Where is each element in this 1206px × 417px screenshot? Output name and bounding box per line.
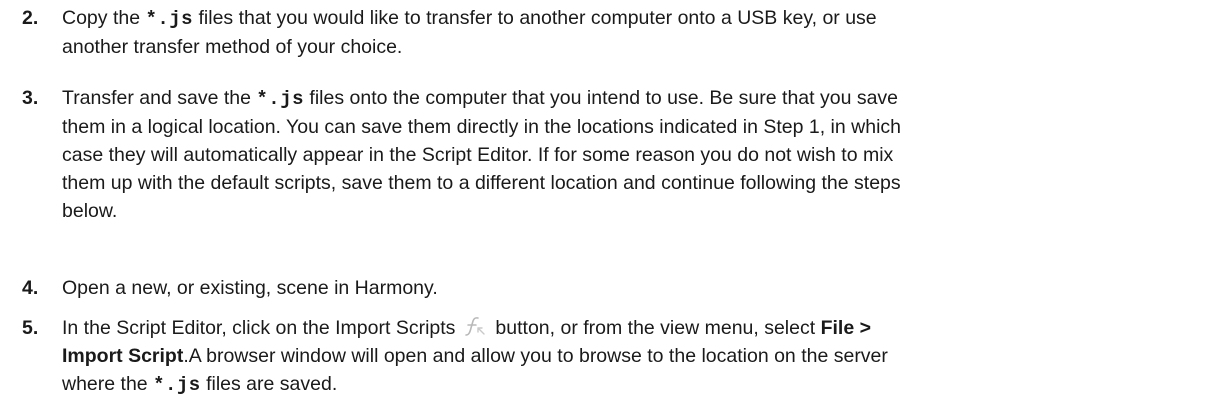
step-number: 2. [22,7,39,29]
step-text: Open a new, or existing, scene in Harmon… [62,274,1182,302]
step-number: 3. [22,87,39,109]
text-line: below. [62,200,118,222]
code-filename: *.js [153,374,201,396]
text-line: Transfer and save the *.js files onto th… [62,87,899,110]
text-line: where the *.js files are saved. [62,373,338,396]
step-text: Copy the *.js files that you would like … [62,4,1182,61]
text-line: Import Script.A browser window will open… [62,345,888,367]
text-line: Open a new, or existing, scene in Harmon… [62,277,438,299]
step-number: 5. [22,317,39,339]
text-line: Copy the *.js files that you would like … [62,7,877,30]
text-line: case they will automatically appear in t… [62,144,894,166]
text-line: them in a logical location. You can save… [62,116,901,138]
step-text: Transfer and save the *.js files onto th… [62,84,1182,225]
text-line: them up with the default scripts, save t… [62,172,901,194]
text-line: another transfer method of your choice. [62,36,403,58]
menu-path-file: File > [820,317,871,339]
code-filename: *.js [145,8,194,30]
step-number: 4. [22,277,39,299]
code-filename: *.js [256,88,304,110]
import-script-icon [465,317,486,336]
step-text: In the Script Editor, click on the Impor… [62,314,1182,399]
text-line: In the Script Editor, click on the Impor… [62,317,871,339]
menu-path-import-script: Import Script [62,345,184,367]
